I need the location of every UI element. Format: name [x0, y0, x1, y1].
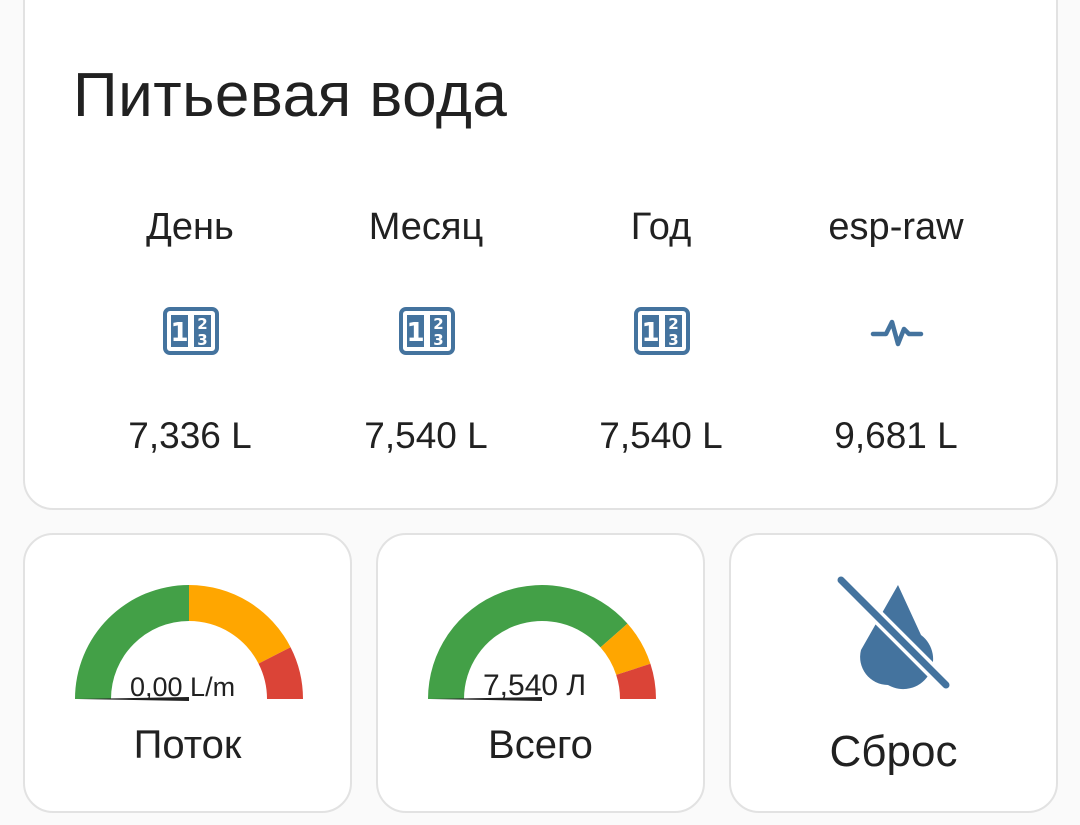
svg-text:1: 1	[406, 318, 424, 348]
gauge-name: Поток	[133, 723, 242, 767]
entity-name: Месяц	[368, 206, 484, 248]
reset-button[interactable]: Сброс	[729, 533, 1058, 813]
gauge-value: 0,00 L/m	[130, 672, 236, 702]
entities-card: Питьевая вода День 1 2 3 7,336 L Месяц 1…	[23, 0, 1058, 510]
entity-name: esp-raw	[828, 206, 964, 248]
entity-value: 9,681 L	[834, 415, 958, 456]
svg-text:1: 1	[641, 318, 659, 348]
gauge-value: 7,540 Л	[483, 669, 587, 702]
gauge-card-total[interactable]: 7,540 Л Всего	[376, 533, 705, 813]
entity-name: День	[146, 206, 234, 248]
entity-name: Год	[630, 206, 692, 248]
svg-text:3: 3	[197, 331, 207, 349]
counter-icon: 1 2 3	[163, 307, 219, 355]
entity-value: 7,540 L	[599, 415, 723, 456]
counter-icon: 1 2 3	[399, 307, 455, 355]
gauge-name: Всего	[488, 723, 593, 767]
counter-icon: 1 2 3	[634, 307, 690, 355]
entity-value: 7,540 L	[364, 415, 488, 456]
pulse-icon	[870, 319, 924, 347]
svg-text:1: 1	[170, 318, 188, 348]
svg-text:3: 3	[668, 331, 678, 349]
entity-value: 7,336 L	[128, 415, 252, 456]
button-name: Сброс	[829, 727, 958, 776]
water-off-icon	[834, 575, 953, 692]
gauge-band-yellow	[189, 585, 291, 664]
svg-text:3: 3	[433, 331, 443, 349]
gauge-card-flow[interactable]: 0,00 L/m Поток	[23, 533, 352, 813]
card-title: Питьевая вода	[73, 61, 508, 130]
